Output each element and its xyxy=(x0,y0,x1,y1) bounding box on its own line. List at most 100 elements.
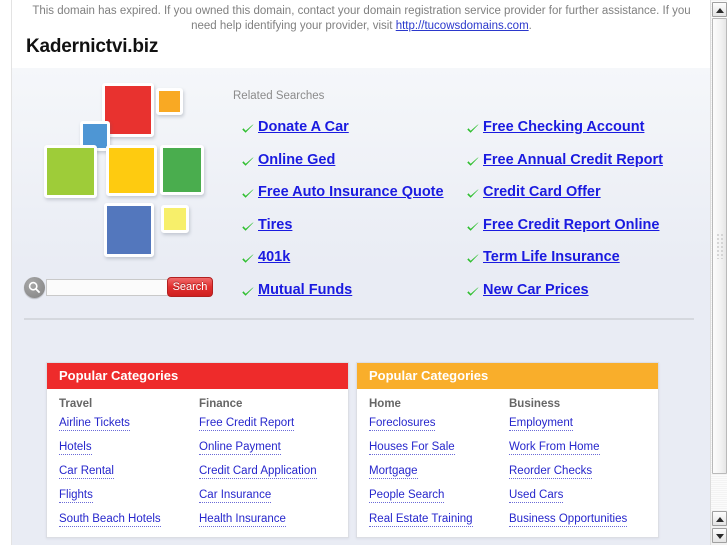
popular-categories-panel-right: Popular Categories Home Foreclosures Houses… xyxy=(356,362,659,538)
vertical-scrollbar[interactable] xyxy=(710,0,727,545)
related-search-link[interactable]: 401k xyxy=(258,249,290,265)
scroll-up-arrow-icon[interactable] xyxy=(712,2,727,17)
category-column: Business Employment Work From Home Reorder … xyxy=(509,398,649,527)
panel-body: Travel Airline Tickets Hotels Car Rental Fli… xyxy=(47,389,348,537)
related-search-link[interactable]: Free Annual Credit Report xyxy=(483,152,663,168)
related-search-row: Term Life Insurance xyxy=(466,249,706,282)
category-link[interactable]: Reorder Checks xyxy=(509,465,593,479)
panel-body: Home Foreclosures Houses For Sale Mortgage P… xyxy=(357,389,658,537)
related-search-row: Free Checking Account xyxy=(466,119,706,152)
category-link[interactable]: Hotels xyxy=(59,441,92,455)
logo-tile xyxy=(44,145,97,198)
page-content: This domain has expired. If you owned th… xyxy=(0,0,710,545)
category-column-title: Travel xyxy=(59,398,93,410)
category-column-title: Home xyxy=(369,398,401,410)
tucowsdomains-link[interactable]: http://tucowsdomains.com xyxy=(396,20,529,32)
green-check-icon xyxy=(467,254,479,264)
category-link[interactable]: Car Rental xyxy=(59,465,114,479)
related-searches-label: Related Searches xyxy=(233,90,325,102)
category-link[interactable]: Health Insurance xyxy=(199,513,286,527)
category-column: Finance Free Credit Report Online Payment C… xyxy=(199,398,339,527)
domain-expired-notice: This domain has expired. If you owned th… xyxy=(12,4,710,34)
green-check-icon xyxy=(467,124,479,133)
page-title: Kadernictvi.biz xyxy=(26,36,159,57)
category-link[interactable]: Mortgage xyxy=(369,465,418,479)
category-link[interactable]: Online Payment xyxy=(199,441,281,455)
logo-tile xyxy=(161,205,189,233)
category-link[interactable]: People Search xyxy=(369,489,445,503)
category-column: Travel Airline Tickets Hotels Car Rental Fli… xyxy=(59,398,199,527)
green-check-icon xyxy=(467,156,479,166)
related-search-link[interactable]: Free Auto Insurance Quote xyxy=(258,184,444,200)
green-check-icon xyxy=(242,124,254,133)
panel-header: Popular Categories xyxy=(357,363,658,389)
category-link[interactable]: Credit Card Application xyxy=(199,465,317,479)
magnifier-icon[interactable] xyxy=(24,277,45,298)
related-search-link[interactable]: Tires xyxy=(258,217,292,233)
page-header: This domain has expired. If you owned th… xyxy=(11,0,710,68)
green-check-icon xyxy=(242,221,254,231)
scroll-down-arrow-icon[interactable] xyxy=(712,528,727,543)
category-link[interactable]: Real Estate Training xyxy=(369,513,473,527)
scrollbar-thumb[interactable] xyxy=(712,18,727,474)
category-link[interactable]: South Beach Hotels xyxy=(59,513,161,527)
green-check-icon xyxy=(242,156,254,166)
panel-header: Popular Categories xyxy=(47,363,348,389)
related-search-row: Free Annual Credit Report xyxy=(466,152,706,185)
related-search-link[interactable]: Donate A Car xyxy=(258,119,349,135)
browser-viewport: This domain has expired. If you owned th… xyxy=(0,0,727,545)
notice-text-before: This domain has expired. If you owned th… xyxy=(32,5,691,32)
related-search-row: Tires xyxy=(241,217,466,250)
green-check-icon xyxy=(467,221,479,231)
category-column-title: Finance xyxy=(199,398,243,410)
logo-tile xyxy=(106,145,157,196)
related-search-link[interactable]: Online Ged xyxy=(258,152,335,168)
green-check-icon xyxy=(242,254,254,264)
related-search-row: Credit Card Offer xyxy=(466,184,706,217)
logo-tile xyxy=(104,203,154,257)
colored-squares-logo xyxy=(44,83,220,269)
category-link[interactable]: Houses For Sale xyxy=(369,441,455,455)
search-input[interactable] xyxy=(46,279,172,296)
category-column: Home Foreclosures Houses For Sale Mortgage P… xyxy=(369,398,509,527)
scrollbar-grip xyxy=(716,233,725,259)
related-searches-column-right: Free Checking Account Free Annual Credit … xyxy=(466,119,706,315)
category-link[interactable]: Free Credit Report xyxy=(199,417,295,431)
related-search-link[interactable]: Term Life Insurance xyxy=(483,249,620,265)
section-divider xyxy=(24,318,694,320)
category-link[interactable]: Airline Tickets xyxy=(59,417,130,431)
green-check-icon xyxy=(467,189,479,198)
search-button[interactable]: Search xyxy=(167,277,213,297)
category-link[interactable]: Employment xyxy=(509,417,573,431)
related-search-link[interactable]: Mutual Funds xyxy=(258,282,352,298)
category-link[interactable]: Work From Home xyxy=(509,441,600,455)
category-link[interactable]: Car Insurance xyxy=(199,489,272,503)
related-search-row: 401k xyxy=(241,249,466,282)
logo-tile xyxy=(156,88,183,115)
logo-tile xyxy=(160,145,204,195)
page-body: Search Related Searches Donate A Car Onli… xyxy=(11,68,710,545)
related-search-row: New Car Prices xyxy=(466,282,706,315)
related-search-row: Online Ged xyxy=(241,152,466,185)
related-search-row: Mutual Funds xyxy=(241,282,466,315)
category-column-title: Business xyxy=(509,398,561,410)
popular-categories-panel-left: Popular Categories Travel Airline Tickets H… xyxy=(46,362,349,538)
related-search-row: Free Auto Insurance Quote xyxy=(241,184,466,217)
green-check-icon xyxy=(242,287,254,296)
related-search-link[interactable]: New Car Prices xyxy=(483,282,589,298)
related-search-row: Donate A Car xyxy=(241,119,466,152)
category-link[interactable]: Used Cars xyxy=(509,489,564,503)
related-searches-column-left: Donate A Car Online Ged Free Auto Insuranc… xyxy=(241,119,466,315)
related-search-row: Free Credit Report Online xyxy=(466,217,706,250)
related-search-link[interactable]: Free Checking Account xyxy=(483,119,644,135)
notice-text-after: . xyxy=(528,20,532,32)
search-bar: Search xyxy=(24,277,213,299)
related-search-link[interactable]: Credit Card Offer xyxy=(483,184,601,200)
green-check-icon xyxy=(467,287,479,296)
related-search-link[interactable]: Free Credit Report Online xyxy=(483,217,659,233)
category-link[interactable]: Foreclosures xyxy=(369,417,436,431)
category-link[interactable]: Flights xyxy=(59,489,93,503)
category-link[interactable]: Business Opportunities xyxy=(509,513,628,527)
scroll-up-arrow-icon-bottom[interactable] xyxy=(712,511,727,526)
green-check-icon xyxy=(242,189,254,198)
